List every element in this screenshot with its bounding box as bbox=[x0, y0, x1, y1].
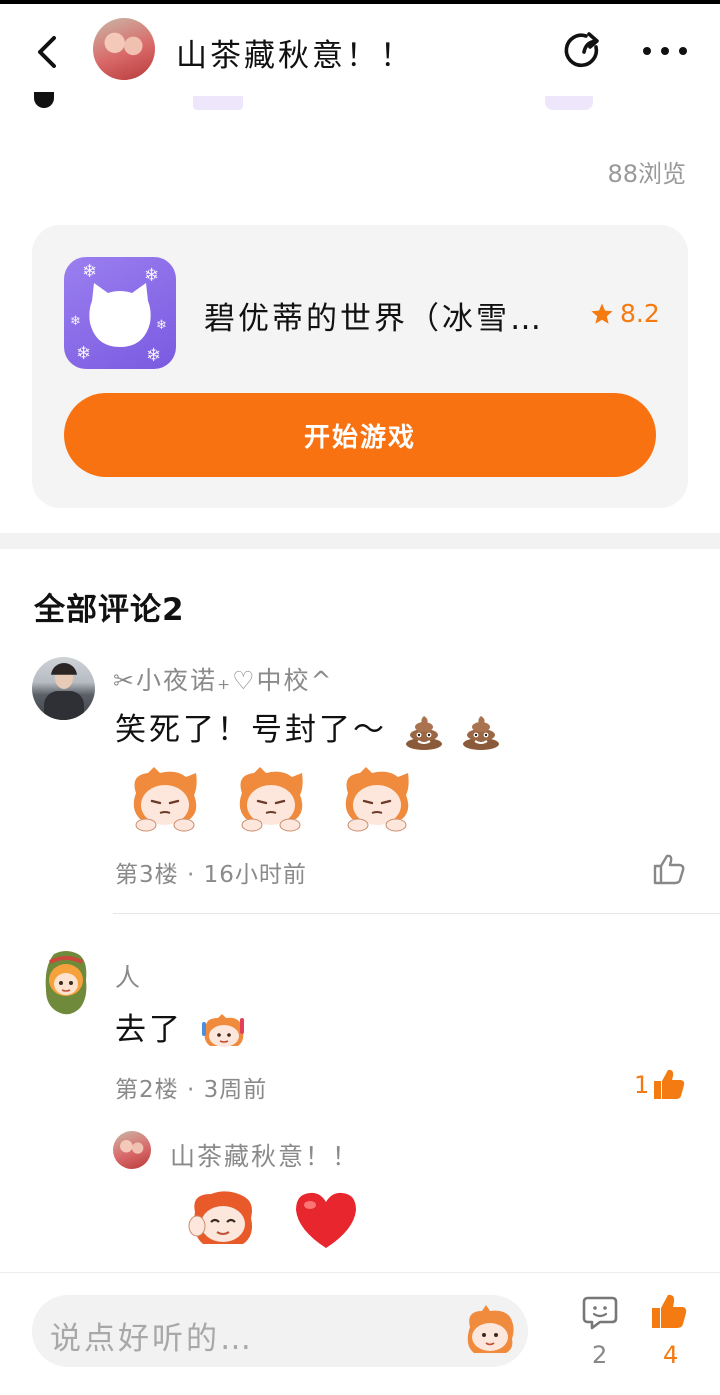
reply-author[interactable]: 山茶藏秋意！！ bbox=[170, 1137, 359, 1173]
game-name[interactable]: 碧优蒂的世界（冰雪… bbox=[204, 293, 544, 338]
more-icon[interactable] bbox=[640, 44, 690, 58]
comment-input[interactable]: 说点好听的… bbox=[32, 1295, 528, 1367]
bottom-bar: 说点好听的… 2 4 bbox=[0, 1272, 720, 1395]
back-arrow-icon[interactable] bbox=[30, 32, 64, 72]
like-count: 4 bbox=[663, 1341, 679, 1369]
author-name[interactable]: 山茶藏秋意！！ bbox=[176, 30, 414, 75]
commenter-name[interactable]: 人 bbox=[115, 958, 142, 994]
game-rating: 8.2 bbox=[590, 299, 660, 328]
rating-value: 8.2 bbox=[620, 299, 660, 328]
author-avatar[interactable] bbox=[93, 18, 155, 80]
sticker-sad bbox=[239, 767, 303, 832]
thumbs-up-filled-icon[interactable] bbox=[650, 1293, 688, 1329]
sticker-picker-icon[interactable] bbox=[462, 1305, 518, 1357]
commenter-avatar[interactable] bbox=[40, 950, 92, 1020]
comment-meta: 第2楼 · 3周前 bbox=[115, 1077, 268, 1103]
comment-meta: 第3楼 · 16小时前 bbox=[115, 862, 307, 888]
commenter-avatar[interactable] bbox=[32, 657, 95, 720]
like-count: 1 bbox=[634, 1071, 650, 1099]
scrolled-content-edge bbox=[34, 92, 54, 108]
sticker-sad bbox=[345, 767, 409, 832]
game-icon[interactable]: ❄ ❄ ❄ ❄ ❄ ❄ bbox=[64, 257, 176, 369]
share-icon[interactable] bbox=[562, 30, 604, 72]
commenter-name[interactable]: ✂小夜诺₊♡中校^ bbox=[113, 661, 334, 697]
sticker-sad bbox=[133, 767, 197, 832]
scrolled-content-edge bbox=[193, 96, 243, 110]
heart-sticker bbox=[296, 1192, 356, 1248]
cat-head-icon bbox=[89, 283, 151, 347]
thumbs-up-filled-icon[interactable] bbox=[652, 1068, 686, 1100]
comment-text-wrapper: 去了 bbox=[115, 1004, 248, 1050]
game-card[interactable]: ❄ ❄ ❄ ❄ ❄ ❄ 碧优蒂的世界（冰雪… 8.2 开始游戏 bbox=[32, 225, 688, 508]
start-game-button[interactable]: 开始游戏 bbox=[64, 393, 656, 477]
comment-text-wrapper: 笑死了！号封了～ bbox=[115, 704, 501, 750]
sticker-inline bbox=[201, 1013, 244, 1047]
comment-icon[interactable] bbox=[582, 1295, 618, 1331]
view-count: 88浏览 bbox=[607, 160, 686, 188]
poop-emoji bbox=[462, 715, 499, 750]
comment-count: 2 bbox=[592, 1341, 608, 1369]
comment-divider bbox=[113, 913, 720, 914]
comment-text: 笑死了！号封了～ bbox=[115, 712, 387, 748]
comment-text: 去了 bbox=[115, 1012, 183, 1048]
comment-input-placeholder: 说点好听的… bbox=[50, 1321, 254, 1357]
scrolled-content-edge bbox=[545, 96, 593, 110]
comments-title: 全部评论2 bbox=[34, 592, 185, 628]
sticker-wave bbox=[188, 1191, 252, 1244]
reply-avatar[interactable] bbox=[113, 1131, 151, 1169]
header: 山茶藏秋意！！ bbox=[0, 4, 720, 96]
section-divider bbox=[0, 533, 720, 549]
star-icon bbox=[591, 303, 613, 324]
poop-emoji bbox=[405, 715, 442, 750]
thumbs-up-icon[interactable] bbox=[652, 853, 686, 885]
